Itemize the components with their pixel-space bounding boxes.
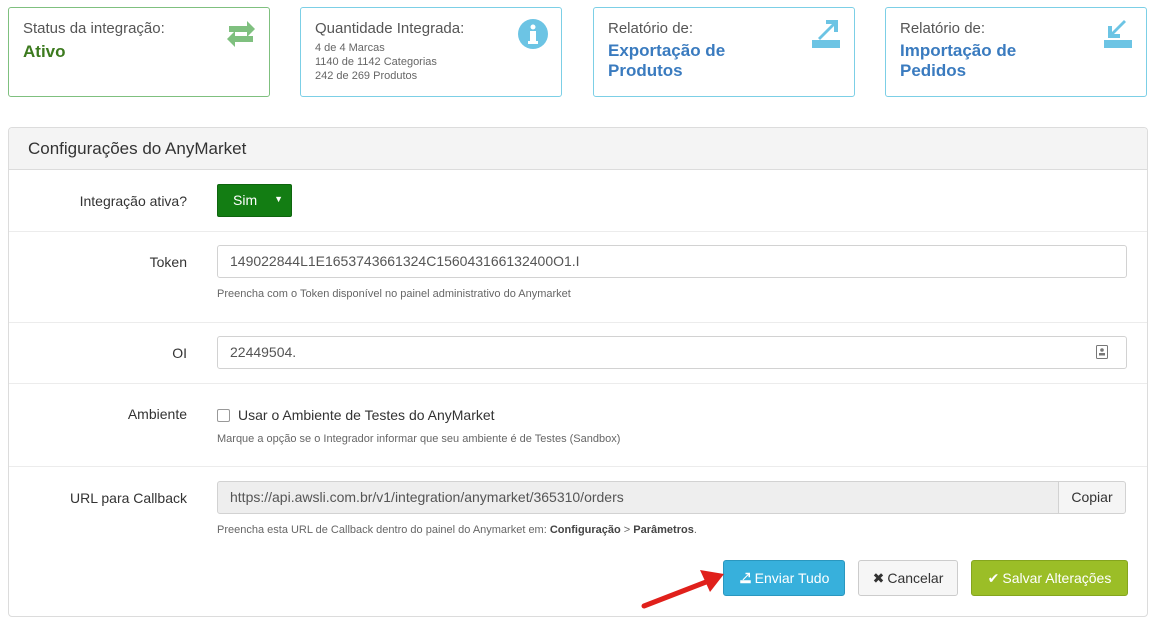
callback-help-config: Configuração bbox=[549, 524, 621, 536]
oi-value: 22449504. bbox=[230, 344, 297, 360]
report-name-line: Exportação de bbox=[608, 41, 726, 60]
panel-title: Configurações do AnyMarket bbox=[9, 128, 1147, 170]
token-value: 149022844L1E1653743661324C15604316613240… bbox=[230, 253, 580, 269]
callback-url-value: https://api.awsli.com.br/v1/integration/… bbox=[230, 489, 624, 505]
send-all-label: Enviar Tudo bbox=[754, 570, 830, 586]
import-icon bbox=[1104, 20, 1132, 48]
card-export-products-report[interactable]: Relatório de: Exportação de Produtos bbox=[593, 7, 855, 97]
cancel-button[interactable]: ✖ Cancelar bbox=[858, 560, 958, 596]
oi-input[interactable]: 22449504. bbox=[217, 336, 1127, 369]
card-title: Relatório de: bbox=[608, 20, 694, 37]
send-all-button[interactable]: Enviar Tudo bbox=[723, 560, 845, 596]
quantity-categories: 1140 de 1142 Categorias bbox=[315, 56, 437, 68]
field-label: Ambiente bbox=[127, 406, 187, 422]
card-title: Quantidade Integrada: bbox=[315, 20, 465, 37]
callback-control: https://api.awsli.com.br/v1/integration/… bbox=[217, 481, 1129, 536]
report-name-line: Pedidos bbox=[900, 61, 967, 80]
cancel-label: Cancelar bbox=[887, 570, 944, 586]
card-title: Status da integração: bbox=[23, 20, 165, 37]
card-title: Relatório de: bbox=[900, 20, 986, 37]
field-label: OI bbox=[172, 345, 187, 361]
copy-button[interactable]: Copiar bbox=[1058, 481, 1126, 514]
exchange-arrows-icon bbox=[227, 21, 255, 47]
caret-down-icon: ▼ bbox=[274, 194, 283, 204]
callback-help-separator: > bbox=[620, 524, 634, 536]
report-name: Exportação de Produtos bbox=[608, 41, 840, 81]
token-control: 149022844L1E1653743661324C15604316613240… bbox=[217, 245, 1127, 300]
report-name: Importação de Pedidos bbox=[900, 41, 1132, 81]
field-row-environment: Ambiente Usar o Ambiente de Testes do An… bbox=[9, 384, 1147, 467]
field-row-oi: OI 22449504. bbox=[9, 323, 1147, 384]
annotation-arrow-icon bbox=[641, 570, 724, 609]
field-label: URL para Callback bbox=[70, 490, 187, 506]
integration-active-select[interactable]: Sim ▼ bbox=[217, 184, 292, 217]
export-icon bbox=[812, 20, 840, 48]
field-label: Integração ativa? bbox=[79, 193, 187, 209]
field-label: Token bbox=[149, 254, 187, 270]
close-icon: ✖ bbox=[872, 570, 885, 586]
callback-help-params: Parâmetros bbox=[633, 524, 694, 536]
card-import-orders-report[interactable]: Relatório de: Importação de Pedidos bbox=[885, 7, 1147, 97]
card-integration-status: Status da integração: Ativo bbox=[8, 7, 270, 97]
checkbox-text: Usar o Ambiente de Testes do AnyMarket bbox=[238, 407, 495, 423]
active-select-wrapper: Sim ▼ bbox=[217, 184, 292, 217]
quantity-products: 242 de 269 Produtos bbox=[315, 70, 418, 82]
callback-help-text: Preencha esta URL de Callback dentro do … bbox=[217, 524, 550, 536]
callback-help-end: . bbox=[693, 524, 697, 536]
contact-card-icon bbox=[1096, 345, 1108, 359]
card-integrated-quantity: Quantidade Integrada: 4 de 4 Marcas 1140… bbox=[300, 7, 562, 97]
callback-url-input[interactable]: https://api.awsli.com.br/v1/integration/… bbox=[217, 481, 1059, 514]
report-name-line: Importação de bbox=[900, 41, 1017, 60]
field-row-active: Integração ativa? Sim ▼ bbox=[9, 170, 1147, 232]
environment-control: Usar o Ambiente de Testes do AnyMarket M… bbox=[217, 407, 620, 445]
anymarket-settings-panel: Configurações do AnyMarket Integração at… bbox=[8, 127, 1148, 617]
integration-status-value: Ativo bbox=[23, 42, 66, 61]
report-name-line: Produtos bbox=[608, 61, 683, 80]
selected-value: Sim bbox=[233, 192, 258, 208]
save-changes-button[interactable]: ✔ Salvar Alterações bbox=[971, 560, 1128, 596]
info-circle-icon bbox=[518, 19, 548, 49]
oi-control: 22449504. bbox=[217, 336, 1127, 369]
callback-help: Preencha esta URL de Callback dentro do … bbox=[217, 524, 1129, 536]
quantity-brands: 4 de 4 Marcas bbox=[315, 42, 385, 54]
check-icon: ✔ bbox=[987, 570, 1000, 586]
token-help: Preencha com o Token disponível no paine… bbox=[217, 288, 571, 300]
sandbox-checkbox-label[interactable]: Usar o Ambiente de Testes do AnyMarket bbox=[217, 407, 495, 424]
environment-help: Marque a opção se o Integrador informar … bbox=[217, 433, 621, 445]
sandbox-checkbox[interactable] bbox=[217, 409, 230, 422]
quantity-list: 4 de 4 Marcas 1140 de 1142 Categorias 24… bbox=[315, 41, 547, 83]
export-icon bbox=[739, 572, 751, 584]
field-row-token: Token 149022844L1E1653743661324C15604316… bbox=[9, 232, 1147, 323]
token-input[interactable]: 149022844L1E1653743661324C15604316613240… bbox=[217, 245, 1127, 278]
save-label: Salvar Alterações bbox=[1002, 570, 1112, 586]
